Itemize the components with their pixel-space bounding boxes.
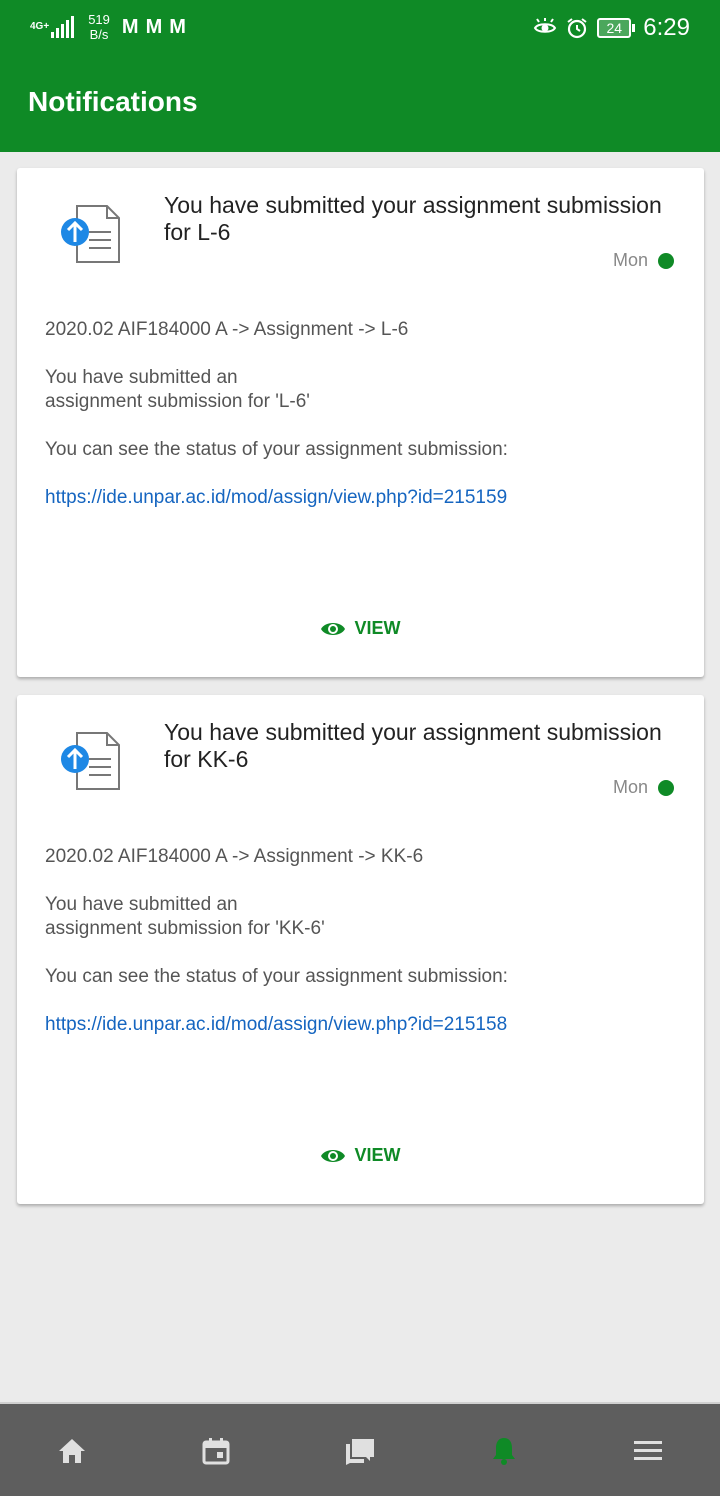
assignment-upload-icon (61, 732, 120, 790)
notification-subject: You have submitted your assignment submi… (164, 192, 662, 245)
notification-status-text: You can see the status of your assignmen… (45, 439, 508, 460)
eye-comfort-icon (534, 18, 557, 33)
network-speed: 519 B/s (88, 12, 110, 42)
alarm-icon (567, 18, 587, 39)
view-button[interactable]: VIEW (17, 618, 704, 639)
network-type: 4G+ (30, 21, 50, 32)
message-line: assignment submission for 'L-6' (45, 391, 310, 412)
submission-link[interactable]: https://ide.unpar.ac.id/mod/assign/view.… (45, 1014, 507, 1035)
notification-time: Mon (613, 250, 674, 271)
calendar-icon (202, 1438, 230, 1465)
message-line: You have submitted an (45, 894, 238, 915)
mail-icon: M (169, 15, 186, 38)
nav-menu[interactable] (576, 1404, 720, 1496)
clock: 6:29 (643, 14, 690, 41)
message-line: assignment submission for 'KK-6' (45, 918, 325, 939)
notification-body: 2020.02 AIF184000 A -> Assignment -> L-6… (45, 318, 685, 534)
notification-breadcrumb: 2020.02 AIF184000 A -> Assignment -> L-6 (45, 319, 409, 340)
notification-subject: You have submitted your assignment submi… (164, 719, 662, 772)
time-label: Mon (612, 777, 648, 797)
notification-message: You have submitted an assignment submiss… (45, 366, 685, 414)
notifications-icon (493, 1438, 515, 1465)
view-button[interactable]: VIEW (17, 1145, 704, 1166)
messages-icon (346, 1439, 374, 1465)
notification-card[interactable]: You have submitted your assignment submi… (17, 695, 704, 1204)
menu-icon (634, 1441, 662, 1460)
home-icon (59, 1439, 85, 1463)
message-line: You have submitted an (45, 367, 238, 388)
unread-dot (658, 779, 674, 796)
notification-message: You have submitted an assignment submiss… (45, 893, 685, 941)
unread-dot (658, 252, 674, 269)
notification-status-text: You can see the status of your assignmen… (45, 966, 508, 987)
view-label: VIEW (354, 1145, 401, 1165)
page-title: Notifications (28, 86, 198, 117)
nav-messages[interactable] (288, 1404, 432, 1496)
speed-value: 519 (88, 12, 110, 27)
notification-time: Mon (613, 777, 674, 798)
notification-card[interactable]: You have submitted your assignment submi… (17, 168, 704, 677)
nav-home[interactable] (0, 1404, 144, 1496)
time-label: Mon (612, 250, 648, 270)
mail-icon: M (121, 15, 139, 38)
nav-calendar[interactable] (144, 1404, 288, 1496)
eye-icon (321, 1149, 346, 1162)
submission-link[interactable]: https://ide.unpar.ac.id/mod/assign/view.… (45, 487, 507, 508)
notification-breadcrumb: 2020.02 AIF184000 A -> Assignment -> KK-… (45, 846, 424, 867)
signal-icon (51, 16, 76, 38)
battery-level: 24 (597, 18, 632, 38)
assignment-upload-icon (61, 205, 120, 263)
speed-unit: B/s (89, 27, 109, 42)
notification-body: 2020.02 AIF184000 A -> Assignment -> KK-… (45, 845, 685, 1061)
mail-icon: M (145, 15, 163, 38)
view-label: VIEW (354, 618, 401, 638)
app-header: 4G+ 519 B/s M M M 24 6:29 Notifications (0, 0, 720, 152)
nav-notifications[interactable] (432, 1404, 576, 1496)
eye-icon (321, 622, 346, 635)
status-bar: 4G+ 519 B/s M M M 24 6:29 (0, 0, 720, 58)
bottom-navigation (0, 1402, 720, 1496)
battery-icon: 24 (597, 18, 636, 38)
